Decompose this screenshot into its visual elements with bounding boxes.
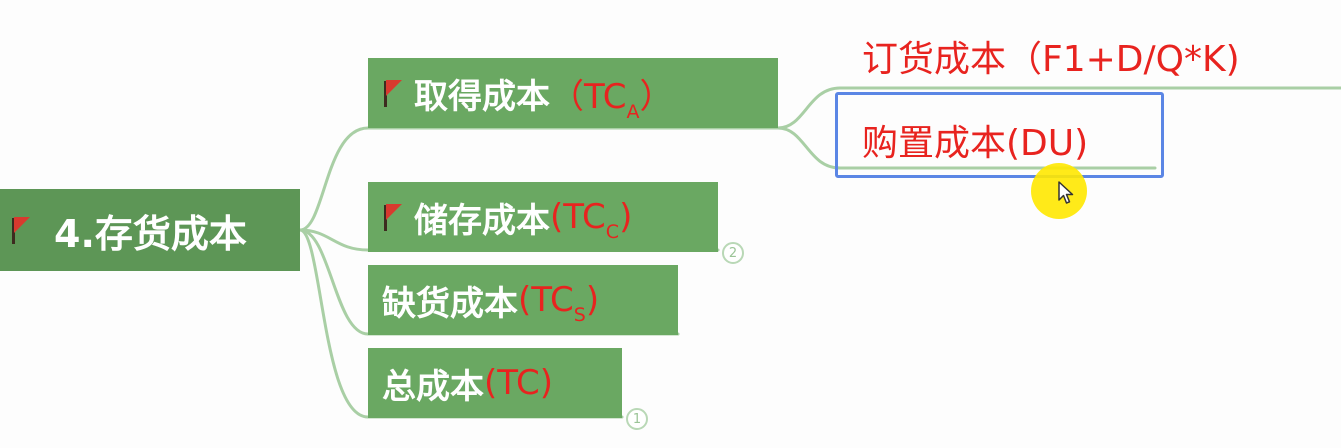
branch-suffix: (TC) xyxy=(484,363,554,403)
branch-label: 取得成本 xyxy=(414,76,550,117)
branch-suffix: （TCA） xyxy=(550,76,674,123)
mouse-cursor-icon xyxy=(1058,181,1074,204)
branch-suffix: (TCC) xyxy=(550,197,633,243)
flag-icon xyxy=(382,75,402,111)
branch-label: 总成本 xyxy=(382,366,484,407)
root-node[interactable]: 4.存货成本 xyxy=(0,189,300,271)
flag-icon xyxy=(382,199,402,235)
leaf-node-ordering-cost[interactable]: 订货成本（F1+D/Q*K) xyxy=(862,30,1240,82)
collapse-count-badge[interactable]: 1 xyxy=(626,408,648,430)
branch-suffix: (TCS) xyxy=(518,280,600,326)
leaf-node-purchase-cost[interactable]: 购置成本(DU) xyxy=(862,114,1088,166)
branch-label: 缺货成本 xyxy=(382,283,518,324)
branch-label: 储存成本 xyxy=(414,200,550,241)
branch-node-shortage-cost[interactable]: 缺货成本 (TCS) xyxy=(368,265,678,335)
connector-root-branch-1 xyxy=(298,126,370,232)
root-label: 4.存货成本 xyxy=(54,211,247,256)
flag-icon xyxy=(10,212,30,248)
connector-root-branch-4 xyxy=(298,228,370,419)
branch-node-total-cost[interactable]: 总成本 (TC) xyxy=(368,348,622,418)
branch-node-storage-cost[interactable]: 储存成本 (TCC) xyxy=(368,182,718,252)
branch-node-acquisition-cost[interactable]: 取得成本 （TCA） xyxy=(368,58,778,128)
collapse-count-badge[interactable]: 2 xyxy=(722,242,744,264)
